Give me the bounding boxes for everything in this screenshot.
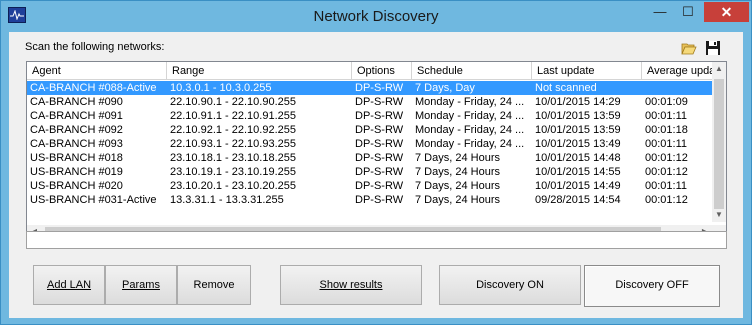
cell-range: 23.10.20.1 - 23.10.20.255 [170,180,296,192]
title-bar[interactable]: Network Discovery — ☐ ✕ [1,1,751,31]
cell-range: 10.3.0.1 - 10.3.0.255 [170,82,272,94]
table-row[interactable]: CA-BRANCH #090 22.10.90.1 - 22.10.90.255 D… [27,95,712,109]
table-row[interactable]: CA-BRANCH #093 22.10.93.1 - 22.10.93.255 D… [27,137,712,151]
vertical-scroll-thumb[interactable] [714,79,724,209]
cell-average-update: 00:01:11 [645,138,688,150]
cell-last-update: 10/01/2015 14:55 [535,166,621,178]
cell-range: 23.10.18.1 - 23.10.18.255 [170,152,296,164]
list-header: Agent Range Options Schedule Last update… [27,62,712,80]
status-field[interactable] [26,231,727,249]
cell-schedule: 7 Days, Day [415,82,475,94]
scroll-down-icon[interactable]: ▼ [712,208,726,222]
cell-schedule: Monday - Friday, 24 ... [415,110,525,122]
cell-agent: CA-BRANCH #091 [30,110,123,122]
window-title: Network Discovery [313,8,439,25]
cell-schedule: 7 Days, 24 Hours [415,166,500,178]
cell-average-update: 00:01:12 [645,194,688,206]
cell-agent: US-BRANCH #020 [30,180,123,192]
table-row[interactable]: US-BRANCH #018 23.10.18.1 - 23.10.18.255 D… [27,151,712,165]
cell-range: 13.3.31.1 - 13.3.31.255 [170,194,284,206]
params-button[interactable]: Params [105,265,177,305]
cell-agent: CA-BRANCH #093 [30,138,123,150]
vertical-scrollbar[interactable]: ▲ ▼ [712,62,726,222]
cell-options: DP-S-RW [355,138,404,150]
column-header-schedule[interactable]: Schedule [412,62,532,80]
cell-last-update: 10/01/2015 13:59 [535,110,621,122]
cell-average-update: 00:01:18 [645,124,688,136]
cell-schedule: 7 Days, 24 Hours [415,152,500,164]
cell-schedule: 7 Days, 24 Hours [415,180,500,192]
cell-agent: CA-BRANCH #090 [30,96,123,108]
cell-range: 22.10.92.1 - 22.10.92.255 [170,124,296,136]
cell-average-update: 00:01:11 [645,180,688,192]
cell-options: DP-S-RW [355,124,404,136]
cell-last-update: 10/01/2015 14:49 [535,180,621,192]
cell-options: DP-S-RW [355,96,404,108]
cell-options: DP-S-RW [355,110,404,122]
cell-last-update: 10/01/2015 14:48 [535,152,621,164]
column-header-average-update[interactable]: Average upda [642,62,712,80]
cell-agent: CA-BRANCH #092 [30,124,123,136]
add-lan-button-label: Add LAN [46,279,92,291]
cell-options: DP-S-RW [355,152,404,164]
remove-button[interactable]: Remove [177,265,251,305]
folder-open-icon[interactable] [681,42,697,55]
cell-agent: US-BRANCH #019 [30,166,123,178]
discovery-off-button[interactable]: Discovery OFF [584,265,720,307]
table-row[interactable]: CA-BRANCH #091 22.10.91.1 - 22.10.91.255 D… [27,109,712,123]
show-results-button-label: Show results [319,279,383,291]
cell-options: DP-S-RW [355,166,404,178]
cell-options: DP-S-RW [355,194,404,206]
close-icon[interactable]: ✕ [704,2,749,22]
cell-last-update: Not scanned [535,82,597,94]
cell-range: 22.10.90.1 - 22.10.90.255 [170,96,296,108]
add-lan-button[interactable]: Add LAN [33,265,105,305]
cell-average-update: 00:01:09 [645,96,688,108]
cell-average-update: 00:01:12 [645,166,688,178]
cell-options: DP-S-RW [355,180,404,192]
cell-average-update: 00:01:11 [645,110,688,122]
table-row[interactable]: CA-BRANCH #088-Active 10.3.0.1 - 10.3.0.2… [27,81,712,95]
scan-networks-label: Scan the following networks: [25,41,165,53]
cell-schedule: Monday - Friday, 24 ... [415,124,525,136]
column-header-range[interactable]: Range [167,62,352,80]
table-row[interactable]: US-BRANCH #020 23.10.20.1 - 23.10.20.255 D… [27,179,712,193]
params-button-label: Params [122,279,160,291]
cell-last-update: 10/01/2015 14:29 [535,96,621,108]
cell-range: 22.10.91.1 - 22.10.91.255 [170,110,296,122]
networks-list[interactable]: Agent Range Options Schedule Last update… [26,61,727,239]
cell-range: 22.10.93.1 - 22.10.93.255 [170,138,296,150]
client-area: Scan the following networks: Agent Range… [9,32,743,318]
discovery-on-button[interactable]: Discovery ON [439,265,581,305]
table-row[interactable]: US-BRANCH #019 23.10.19.1 - 23.10.19.255 D… [27,165,712,179]
table-row[interactable]: US-BRANCH #031-Active 13.3.31.1 - 13.3.31… [27,193,712,207]
cell-last-update: 09/28/2015 14:54 [535,194,621,206]
cell-agent: US-BRANCH #031-Active [30,194,157,206]
network-discovery-window: Network Discovery — ☐ ✕ Scan the followi… [0,0,752,325]
cell-agent: CA-BRANCH #088-Active [30,82,157,94]
column-header-agent[interactable]: Agent [27,62,167,80]
scroll-up-icon[interactable]: ▲ [712,62,726,76]
column-header-options[interactable]: Options [352,62,412,80]
table-row[interactable]: CA-BRANCH #092 22.10.92.1 - 22.10.92.255 D… [27,123,712,137]
cell-schedule: Monday - Friday, 24 ... [415,96,525,108]
cell-agent: US-BRANCH #018 [30,152,123,164]
cell-last-update: 10/01/2015 13:59 [535,124,621,136]
cell-last-update: 10/01/2015 13:49 [535,138,621,150]
cell-schedule: Monday - Friday, 24 ... [415,138,525,150]
cell-average-update: 00:01:12 [645,152,688,164]
column-header-last-update[interactable]: Last update [532,62,642,80]
floppy-save-icon[interactable] [705,40,721,56]
list-rows: CA-BRANCH #088-Active 10.3.0.1 - 10.3.0.2… [27,81,712,207]
minimize-icon[interactable]: — [647,2,673,22]
cell-average-update [642,81,712,95]
cell-options: DP-S-RW [355,82,404,94]
maximize-icon[interactable]: ☐ [675,2,701,22]
show-results-button[interactable]: Show results [280,265,422,305]
cell-schedule: 7 Days, 24 Hours [415,194,500,206]
cell-range: 23.10.19.1 - 23.10.19.255 [170,166,296,178]
